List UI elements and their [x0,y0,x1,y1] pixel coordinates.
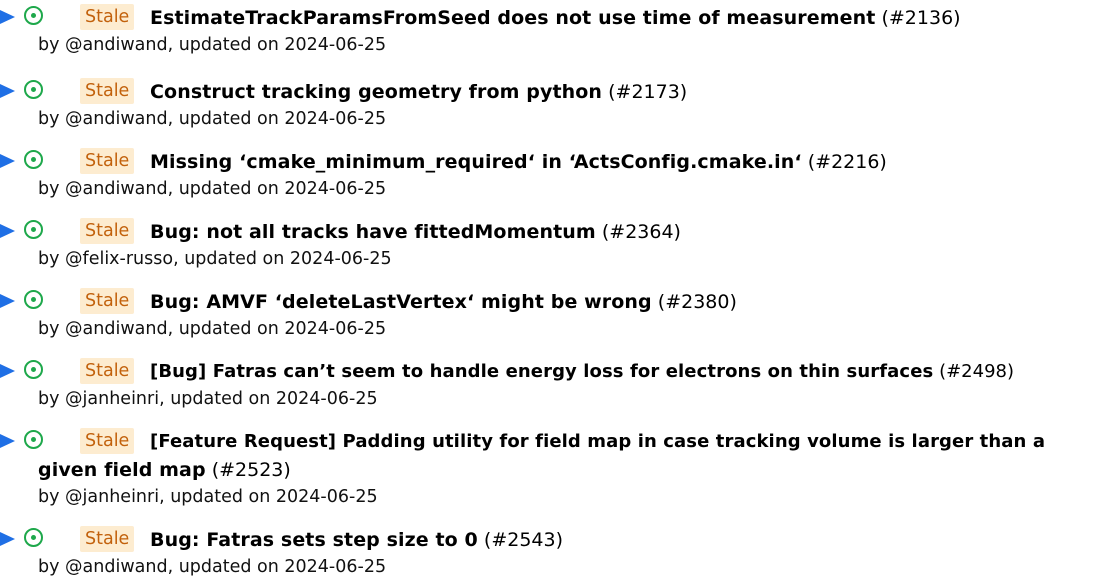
issue-number[interactable]: (#2216) [808,151,887,173]
open-issue-icon [24,528,43,547]
list-item: Stale [Bug] Fatras can’t seem to handle … [0,358,1106,412]
list-item: Stale EstimateTrackParamsFromSeed does n… [0,4,1106,58]
updated-text: , updated on 2024-06-25 [159,487,378,507]
issue-title-link-continued[interactable]: given field map [38,459,206,481]
author-link[interactable]: @andiwand [65,179,168,199]
issue-title-link[interactable]: [Feature Request] Padding utility for fi… [150,431,1045,452]
open-issue-icon [24,360,43,379]
issue-title-link[interactable]: Bug: not all tracks have fittedMomentum [150,221,596,243]
by-label: by [38,557,66,577]
status-badge: Stale [80,526,135,552]
list-item: Stale Construct tracking geometry from p… [0,78,1106,132]
list-item: Stale [Feature Request] Padding utility … [0,428,1106,510]
issue-title-link[interactable]: [Bug] Fatras can’t seem to handle energy… [150,361,933,382]
triangle-right-icon[interactable] [0,154,15,168]
status-badge: Stale [80,358,135,384]
updated-text: , updated on 2024-06-25 [173,249,392,269]
triangle-right-icon[interactable] [0,10,15,24]
issue-list: Stale EstimateTrackParamsFromSeed does n… [0,0,1106,582]
issue-title-link[interactable]: Construct tracking geometry from python [150,81,602,103]
open-issue-icon [24,80,43,99]
author-link[interactable]: @janheinri [65,487,159,507]
status-badge: Stale [80,148,135,174]
open-issue-icon [24,430,43,449]
by-label: by [38,109,66,129]
list-item: Stale Missing ‘cmake_minimum_required‘ i… [0,148,1106,202]
updated-text: , updated on 2024-06-25 [167,319,387,339]
triangle-right-icon[interactable] [0,224,15,238]
list-item: Stale Bug: AMVF ‘deleteLastVertex‘ might… [0,288,1106,342]
triangle-right-icon[interactable] [0,364,15,378]
author-link[interactable]: @janheinri [65,389,159,409]
status-badge: Stale [80,218,135,244]
issue-title-link[interactable]: EstimateTrackParamsFromSeed does not use… [150,7,875,29]
by-label: by [38,35,66,55]
open-issue-icon [24,290,43,309]
triangle-right-icon[interactable] [0,434,15,448]
triangle-right-icon[interactable] [0,532,15,546]
issue-number[interactable]: (#2498) [939,361,1014,382]
status-badge: Stale [80,428,135,454]
issue-number[interactable]: (#2380) [658,291,737,313]
issue-number[interactable]: (#2364) [602,221,681,243]
by-label: by [38,319,66,339]
issue-title-link[interactable]: Missing ‘cmake_minimum_required‘ in ‘Act… [150,151,802,173]
open-issue-icon [24,150,43,169]
author-link[interactable]: @andiwand [65,109,168,129]
issue-number[interactable]: (#2543) [484,529,563,551]
by-label: by [38,179,66,199]
triangle-right-icon[interactable] [0,294,15,308]
list-item: Stale Bug: not all tracks have fittedMom… [0,218,1106,272]
author-link[interactable]: @andiwand [65,557,168,577]
status-badge: Stale [80,78,135,104]
issue-title-link[interactable]: Bug: AMVF ‘deleteLastVertex‘ might be wr… [150,291,652,313]
issue-number[interactable]: (#2136) [881,7,960,29]
status-badge: Stale [80,4,135,30]
updated-text: , updated on 2024-06-25 [167,109,387,129]
author-link[interactable]: @andiwand [65,35,168,55]
status-badge: Stale [80,288,135,314]
by-label: by [38,487,66,507]
updated-text: , updated on 2024-06-25 [167,35,387,55]
open-issue-icon [24,6,43,25]
by-label: by [38,389,66,409]
author-link[interactable]: @andiwand [65,319,168,339]
issue-title-link[interactable]: Bug: Fatras sets step size to 0 [150,529,478,551]
updated-text: , updated on 2024-06-25 [159,389,378,409]
by-label: by [38,249,66,269]
issue-number[interactable]: (#2523) [212,459,291,481]
list-item: Stale Bug: Fatras sets step size to 0 (#… [0,526,1106,580]
updated-text: , updated on 2024-06-25 [167,557,387,577]
issue-number[interactable]: (#2173) [608,81,687,103]
updated-text: , updated on 2024-06-25 [167,179,387,199]
open-issue-icon [24,220,43,239]
triangle-right-icon[interactable] [0,84,15,98]
author-link[interactable]: @felix-russo [65,249,173,269]
